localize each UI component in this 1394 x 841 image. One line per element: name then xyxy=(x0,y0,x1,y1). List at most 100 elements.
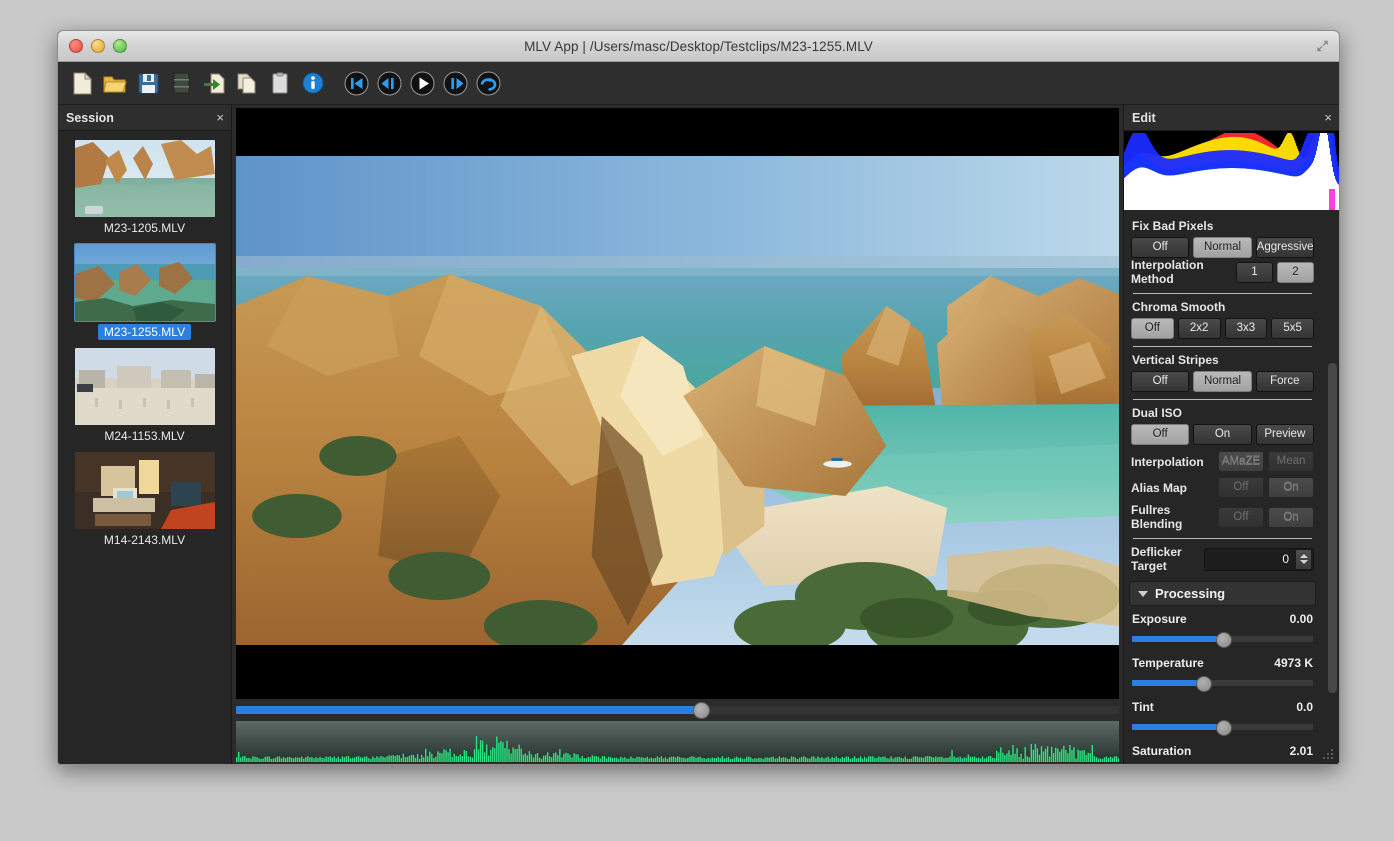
fix-bad-pixels-aggressive[interactable]: Aggressive xyxy=(1255,237,1314,258)
slider-track[interactable] xyxy=(1132,719,1313,736)
fix-bad-pixels-label: Fix Bad Pixels xyxy=(1132,219,1214,233)
interpolation-method-segments[interactable]: 1 2 xyxy=(1236,261,1314,283)
slider-header: Tint 0.0 xyxy=(1132,700,1313,714)
paste-icon[interactable] xyxy=(265,68,295,98)
info-icon[interactable] xyxy=(298,68,328,98)
slider-value: 4973 K xyxy=(1274,656,1313,670)
fix-bad-pixels-segments[interactable]: Off Normal Aggressive xyxy=(1131,237,1314,258)
slider-track[interactable] xyxy=(1132,763,1313,765)
video-preview[interactable] xyxy=(236,108,1119,699)
vertical-stripes-segments[interactable]: Off Normal Force xyxy=(1131,371,1314,392)
session-panel-header: Session × xyxy=(58,105,231,131)
edit-panel-title: Edit xyxy=(1132,110,1156,125)
fullres-blending-on: On xyxy=(1268,506,1314,528)
chevron-down-icon[interactable] xyxy=(1299,560,1308,564)
chevron-up-icon[interactable] xyxy=(1299,554,1308,558)
close-window-button[interactable] xyxy=(69,39,83,53)
clip-thumbnail[interactable] xyxy=(74,452,215,529)
dual-iso-segments[interactable]: Off On Preview xyxy=(1131,424,1314,445)
timeline-slider[interactable] xyxy=(236,699,1119,721)
divider xyxy=(1133,399,1312,400)
open-folder-icon[interactable] xyxy=(100,68,130,98)
dual-iso-off[interactable]: Off xyxy=(1131,424,1190,445)
fix-bad-pixels-normal[interactable]: Normal xyxy=(1193,237,1252,258)
clip-thumbnail[interactable] xyxy=(74,348,215,425)
dual-iso-on[interactable]: On xyxy=(1193,424,1252,445)
deflicker-target-stepper[interactable]: 0 xyxy=(1204,547,1314,571)
list-item[interactable]: M23-1205.MLV xyxy=(74,140,215,242)
clip-list[interactable]: M23-1205.MLV M23-1255.MLV M24-1153.MLV M… xyxy=(58,131,231,764)
slider-temperature[interactable]: Temperature 4973 K xyxy=(1124,656,1321,692)
interpolation-segments: AMaZE Mean xyxy=(1218,451,1314,472)
slider-handle[interactable] xyxy=(1195,676,1212,692)
preview-frame xyxy=(236,156,1119,645)
viewer-column xyxy=(232,105,1123,764)
slider-track[interactable] xyxy=(1132,675,1313,692)
clip-name: M23-1205.MLV xyxy=(103,221,186,235)
interpolation-label: Interpolation xyxy=(1131,454,1204,469)
save-icon[interactable] xyxy=(133,68,163,98)
slider-handle[interactable] xyxy=(1215,720,1232,736)
fix-bad-pixels-off[interactable]: Off xyxy=(1131,237,1190,258)
divider xyxy=(1133,293,1312,294)
alias-map-row: Alias Map Off On xyxy=(1131,477,1314,498)
clip-thumbnail[interactable] xyxy=(74,140,215,217)
clip-name: M23-1255.MLV xyxy=(75,321,215,346)
processing-section-title: Processing xyxy=(1155,586,1226,601)
main-toolbar xyxy=(58,62,1339,105)
deflicker-target-arrows[interactable] xyxy=(1295,548,1312,570)
expand-icon[interactable] xyxy=(1315,39,1330,53)
list-item[interactable]: M14-2143.MLV xyxy=(74,452,215,554)
list-item[interactable]: M23-1255.MLV xyxy=(73,243,216,346)
slider-handle[interactable] xyxy=(1254,764,1270,765)
resize-grip-icon[interactable] xyxy=(1321,747,1335,761)
deflicker-target-value[interactable]: 0 xyxy=(1205,552,1295,566)
chevron-down-icon[interactable] xyxy=(1138,590,1148,597)
slider-saturation[interactable]: Saturation 2.01 xyxy=(1124,744,1321,765)
processing-section-header[interactable]: Processing xyxy=(1129,581,1316,606)
timeline-handle[interactable] xyxy=(693,701,711,719)
close-session-panel-icon[interactable]: × xyxy=(216,111,224,124)
slider-handle[interactable] xyxy=(1215,632,1232,648)
minimize-window-button[interactable] xyxy=(91,39,105,53)
edit-scroll-area[interactable]: Fix Bad Pixels Off Normal Aggressive Int… xyxy=(1124,210,1339,765)
import-icon[interactable] xyxy=(199,68,229,98)
slider-track[interactable] xyxy=(1132,631,1313,648)
chroma-smooth-segments[interactable]: Off 2x2 3x3 5x5 xyxy=(1131,318,1314,339)
chroma-smooth-5x5[interactable]: 5x5 xyxy=(1271,318,1314,339)
zoom-window-button[interactable] xyxy=(113,39,127,53)
step-back-icon[interactable] xyxy=(374,68,404,98)
scrollbar-thumb[interactable] xyxy=(1328,363,1337,693)
copy-icon[interactable] xyxy=(232,68,262,98)
clip-name: M14-2143.MLV xyxy=(103,533,186,547)
chroma-smooth-label: Chroma Smooth xyxy=(1132,300,1226,314)
chroma-smooth-2x2[interactable]: 2x2 xyxy=(1177,318,1221,339)
interpolation-method-1[interactable]: 1 xyxy=(1236,261,1273,283)
skip-to-start-icon[interactable] xyxy=(341,68,371,98)
play-icon[interactable] xyxy=(407,68,437,98)
archive-icon[interactable] xyxy=(166,68,196,98)
clip-thumbnail[interactable] xyxy=(73,243,216,322)
new-file-icon[interactable] xyxy=(67,68,97,98)
vertical-stripes-off[interactable]: Off xyxy=(1131,371,1190,392)
list-item[interactable]: M24-1153.MLV xyxy=(74,348,215,450)
edit-panel: Edit × Fix Bad Pixels Off Normal Aggress… xyxy=(1123,105,1339,765)
chroma-smooth-off[interactable]: Off xyxy=(1131,318,1174,339)
divider xyxy=(1133,346,1312,347)
interpolation-amaze: AMaZE xyxy=(1218,451,1264,472)
step-forward-icon[interactable] xyxy=(440,68,470,98)
close-edit-panel-icon[interactable]: × xyxy=(1324,111,1332,124)
audio-waveform[interactable] xyxy=(236,721,1119,762)
loop-icon[interactable] xyxy=(473,68,503,98)
slider-tint[interactable]: Tint 0.0 xyxy=(1124,700,1321,736)
dual-iso-preview[interactable]: Preview xyxy=(1255,424,1314,445)
interpolation-method-2[interactable]: 2 xyxy=(1277,261,1314,283)
edit-controls: Fix Bad Pixels Off Normal Aggressive Int… xyxy=(1124,210,1321,765)
slider-exposure[interactable]: Exposure 0.00 xyxy=(1124,612,1321,648)
vertical-stripes-normal[interactable]: Normal xyxy=(1193,371,1252,392)
interpolation-method-label: Interpolation Method xyxy=(1131,258,1204,286)
chroma-smooth-3x3[interactable]: 3x3 xyxy=(1224,318,1268,339)
interpolation-method-row: Interpolation Method 1 2 xyxy=(1131,258,1314,286)
vertical-stripes-force[interactable]: Force xyxy=(1255,371,1314,392)
edit-panel-scrollbar[interactable] xyxy=(1327,187,1338,764)
